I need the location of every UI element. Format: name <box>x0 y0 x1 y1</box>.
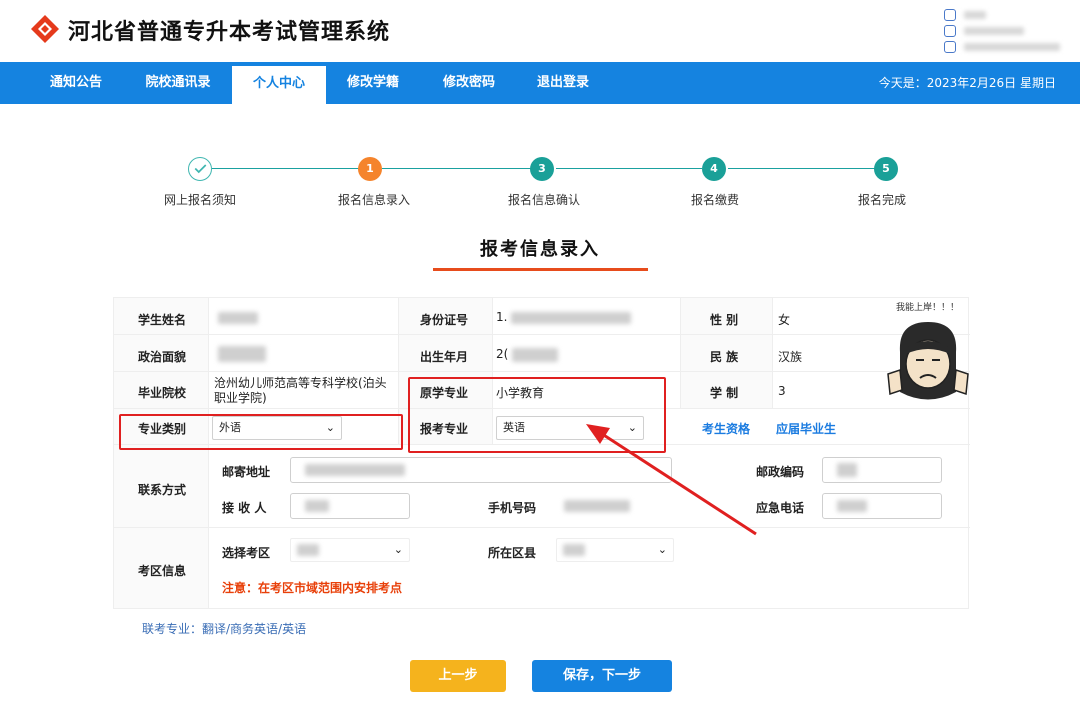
highlight-box-category <box>119 414 403 450</box>
step-2-current: 1 <box>358 157 382 181</box>
nav-item-notice[interactable]: 通知公告 <box>30 62 122 104</box>
meme-sticker-image <box>887 322 969 400</box>
step-label: 报名信息录入 <box>337 193 410 207</box>
birth-prefix: 2( <box>496 347 509 361</box>
label-exam-area: 考区信息 <box>138 564 187 578</box>
label-student-name: 学生姓名 <box>138 313 187 327</box>
main-nav: 通知公告 院校通讯录 个人中心 修改学籍 修改密码 退出登录 今天是：2023年… <box>0 62 1080 104</box>
step-5: 5 <box>874 157 898 181</box>
label-birth-date: 出生年月 <box>420 350 469 364</box>
label-district: 所在区县 <box>488 546 537 560</box>
check-icon <box>194 164 206 174</box>
nav-item-edit-enrollment[interactable]: 修改学籍 <box>330 62 416 104</box>
label-gender: 性 别 <box>710 313 739 327</box>
label-ethnicity: 民 族 <box>710 350 739 364</box>
progress-steps: 1 3 4 5 网上报名须知 报名信息录入 报名信息确认 报名缴费 报名完成 <box>0 150 1080 210</box>
postcode-input[interactable] <box>822 457 942 483</box>
title-underline <box>433 268 648 271</box>
red-arrow-annotation <box>586 424 757 536</box>
label-choose-area: 选择考区 <box>222 546 271 560</box>
step-1-done <box>188 157 212 181</box>
nav-item-logout[interactable]: 退出登录 <box>520 62 606 104</box>
step-label: 网上报名须知 <box>163 193 236 207</box>
label-political-status: 政治面貌 <box>138 350 187 364</box>
school-icon <box>944 41 956 53</box>
ethnicity-value: 汉族 <box>778 350 803 364</box>
graduate-type-link[interactable]: 应届毕业生 <box>776 420 836 437</box>
label-study-duration: 学 制 <box>710 386 739 400</box>
chevron-down-icon: ⌄ <box>657 543 667 556</box>
study-duration-value: 3 <box>778 384 786 398</box>
save-next-button[interactable]: 保存，下一步 <box>532 660 672 692</box>
step-4: 4 <box>702 157 726 181</box>
emergency-phone-input[interactable] <box>822 493 942 519</box>
date-display: 今天是：2023年2月26日 星期日 <box>878 76 1056 90</box>
joint-exam-note: 联考专业：翻译/商务英语/英语 <box>142 622 307 636</box>
graduate-school-value: 沧州幼儿师范高等专科学校(泊头职业学院) <box>214 376 387 405</box>
id-icon <box>944 25 956 37</box>
nav-item-directory[interactable]: 院校通讯录 <box>130 62 226 104</box>
diamond-logo-icon <box>31 15 59 43</box>
page-title: 报考信息录入 <box>480 239 600 260</box>
step-label: 报名缴费 <box>690 193 739 207</box>
birth-date-value: 2( <box>496 347 559 362</box>
label-mobile: 手机号码 <box>488 501 537 515</box>
step-3: 3 <box>530 157 554 181</box>
user-icon <box>944 9 956 21</box>
political-status-value <box>218 346 266 362</box>
nav-item-change-password[interactable]: 修改密码 <box>424 62 514 104</box>
receiver-input[interactable] <box>290 493 410 519</box>
registration-form: 学生姓名 身份证号 1. 性 别 女 政治面貌 出生年月 2( 民 族 汉族 毕… <box>113 297 970 609</box>
id-prefix: 1. <box>496 310 508 324</box>
nav-item-personal-center[interactable]: 个人中心 <box>232 66 326 104</box>
site-title: 河北省普通专升本考试管理系统 <box>68 20 391 45</box>
step-label: 报名完成 <box>857 193 906 207</box>
gender-value: 女 <box>778 313 791 327</box>
label-graduate-school: 毕业院校 <box>138 386 187 400</box>
label-postcode: 邮政编码 <box>756 465 805 479</box>
label-receiver: 接 收 人 <box>222 501 267 515</box>
header: 河北省普通专升本考试管理系统 <box>0 0 1080 62</box>
label-id-number: 身份证号 <box>420 313 469 327</box>
exam-area-select[interactable]: ⌄ <box>290 538 410 562</box>
id-number-value: 1. <box>496 310 632 324</box>
previous-step-button[interactable]: 上一步 <box>410 660 506 692</box>
label-mail-address: 邮寄地址 <box>222 465 271 479</box>
area-note: 注意：在考区市域范围内安排考点 <box>222 581 403 595</box>
chevron-down-icon: ⌄ <box>393 543 403 556</box>
user-info <box>944 6 1064 58</box>
district-select[interactable]: ⌄ <box>556 538 674 562</box>
label-emergency-phone: 应急电话 <box>756 501 805 515</box>
student-name-value <box>218 310 258 324</box>
step-label: 报名信息确认 <box>507 193 580 207</box>
label-contact-info: 联系方式 <box>138 483 187 497</box>
